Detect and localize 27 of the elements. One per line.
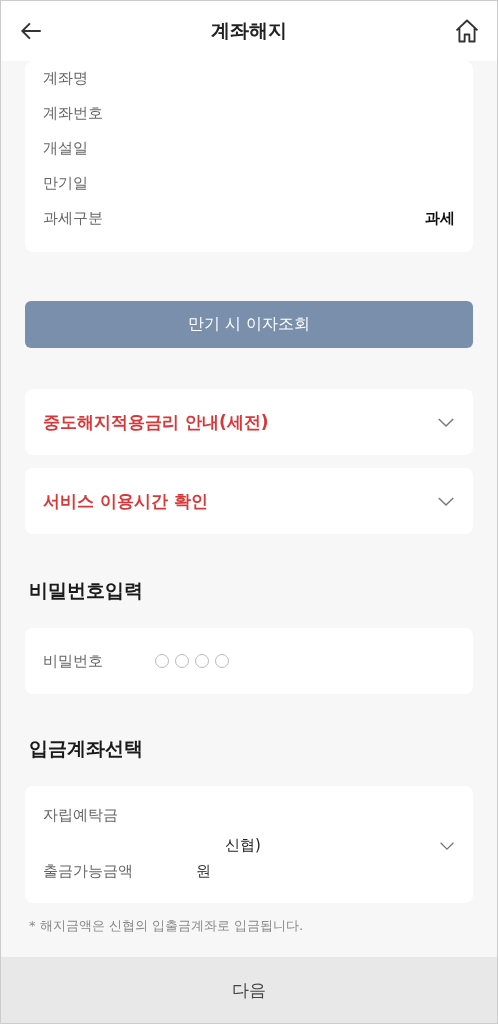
balance-label: 출금가능금액 — [43, 862, 133, 881]
balance-unit: 원 — [196, 862, 211, 881]
chevron-down-icon — [437, 416, 455, 428]
page-title: 계좌해지 — [210, 18, 287, 43]
section-heading: 비밀번호입력 — [29, 578, 144, 603]
info-value: 과세 — [425, 209, 455, 228]
chevron-down-icon — [437, 495, 455, 507]
account-name: 자립예탁금 — [43, 806, 118, 825]
home-icon[interactable] — [453, 17, 481, 45]
chevron-down-icon — [439, 841, 455, 851]
info-label: 과세구분 — [43, 209, 103, 228]
section-heading: 입금계좌선택 — [29, 736, 144, 761]
info-label: 만기일 — [43, 174, 88, 193]
notice-text: * 해지금액은 신협의 입출금계좌로 입금됩니다. — [29, 917, 305, 935]
bank-name: 신협) — [225, 836, 261, 855]
account-select[interactable]: 자립예탁금 신협) 출금가능금액 원 — [25, 786, 473, 903]
info-label: 계좌번호 — [43, 104, 103, 123]
accordion-header[interactable]: 중도해지적용금리 안내(세전) — [25, 389, 473, 455]
info-label: 계좌명 — [43, 69, 88, 88]
interest-inquiry-button[interactable]: 만기 시 이자조회 — [25, 301, 473, 348]
accordion-header[interactable]: 서비스 이용시간 확인 — [25, 468, 473, 534]
info-label: 개설일 — [43, 139, 88, 158]
accordion-title: 중도해지적용금리 안내(세전) — [43, 410, 269, 434]
next-button[interactable]: 다음 — [1, 957, 497, 1023]
accordion-title: 서비스 이용시간 확인 — [43, 489, 208, 513]
field-label: 비밀번호 — [43, 651, 104, 671]
password-field[interactable]: 비밀번호 — [25, 628, 473, 694]
